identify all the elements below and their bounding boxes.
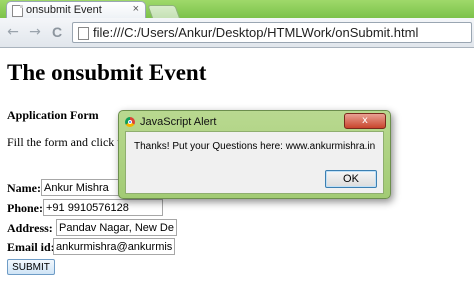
alert-message: Thanks! Put your Questions here: www.ank… — [134, 141, 376, 152]
ok-button[interactable]: OK — [325, 170, 377, 188]
javascript-alert-dialog: JavaScript Alert x Thanks! Put your Ques… — [118, 110, 391, 199]
alert-close-button[interactable]: x — [344, 113, 386, 129]
page-favicon-icon — [12, 5, 23, 17]
form-heading: Application Form — [7, 108, 99, 122]
url-input[interactable] — [91, 24, 473, 41]
tab-close-icon[interactable]: × — [133, 3, 139, 15]
phone-field[interactable] — [43, 199, 163, 216]
phone-label: Phone: — [7, 201, 43, 215]
browser-toolbar: ← → C — [0, 18, 474, 48]
form-instruction: Fill the form and click the — [7, 135, 132, 149]
back-icon[interactable]: ← — [4, 23, 22, 41]
browser-title-bar: onsubmit Event × — [0, 0, 474, 20]
page-title: The onsubmit Event — [7, 60, 207, 85]
address-label: Address: — [7, 221, 53, 235]
email-field[interactable] — [53, 238, 175, 255]
reload-icon[interactable]: C — [48, 23, 66, 41]
submit-button[interactable]: SUBMIT — [7, 259, 55, 275]
address-field[interactable] — [56, 219, 177, 236]
page-icon — [78, 27, 89, 40]
forward-icon[interactable]: → — [26, 23, 44, 41]
email-label: Email id: — [7, 240, 55, 254]
browser-tab[interactable]: onsubmit Event × — [6, 1, 146, 18]
alert-title: JavaScript Alert — [140, 116, 217, 128]
alert-body: Thanks! Put your Questions here: www.ank… — [125, 131, 384, 194]
name-label: Name: — [7, 181, 41, 195]
address-bar[interactable] — [72, 22, 473, 43]
tab-title: onsubmit Event — [26, 4, 102, 16]
chrome-icon — [125, 117, 135, 127]
